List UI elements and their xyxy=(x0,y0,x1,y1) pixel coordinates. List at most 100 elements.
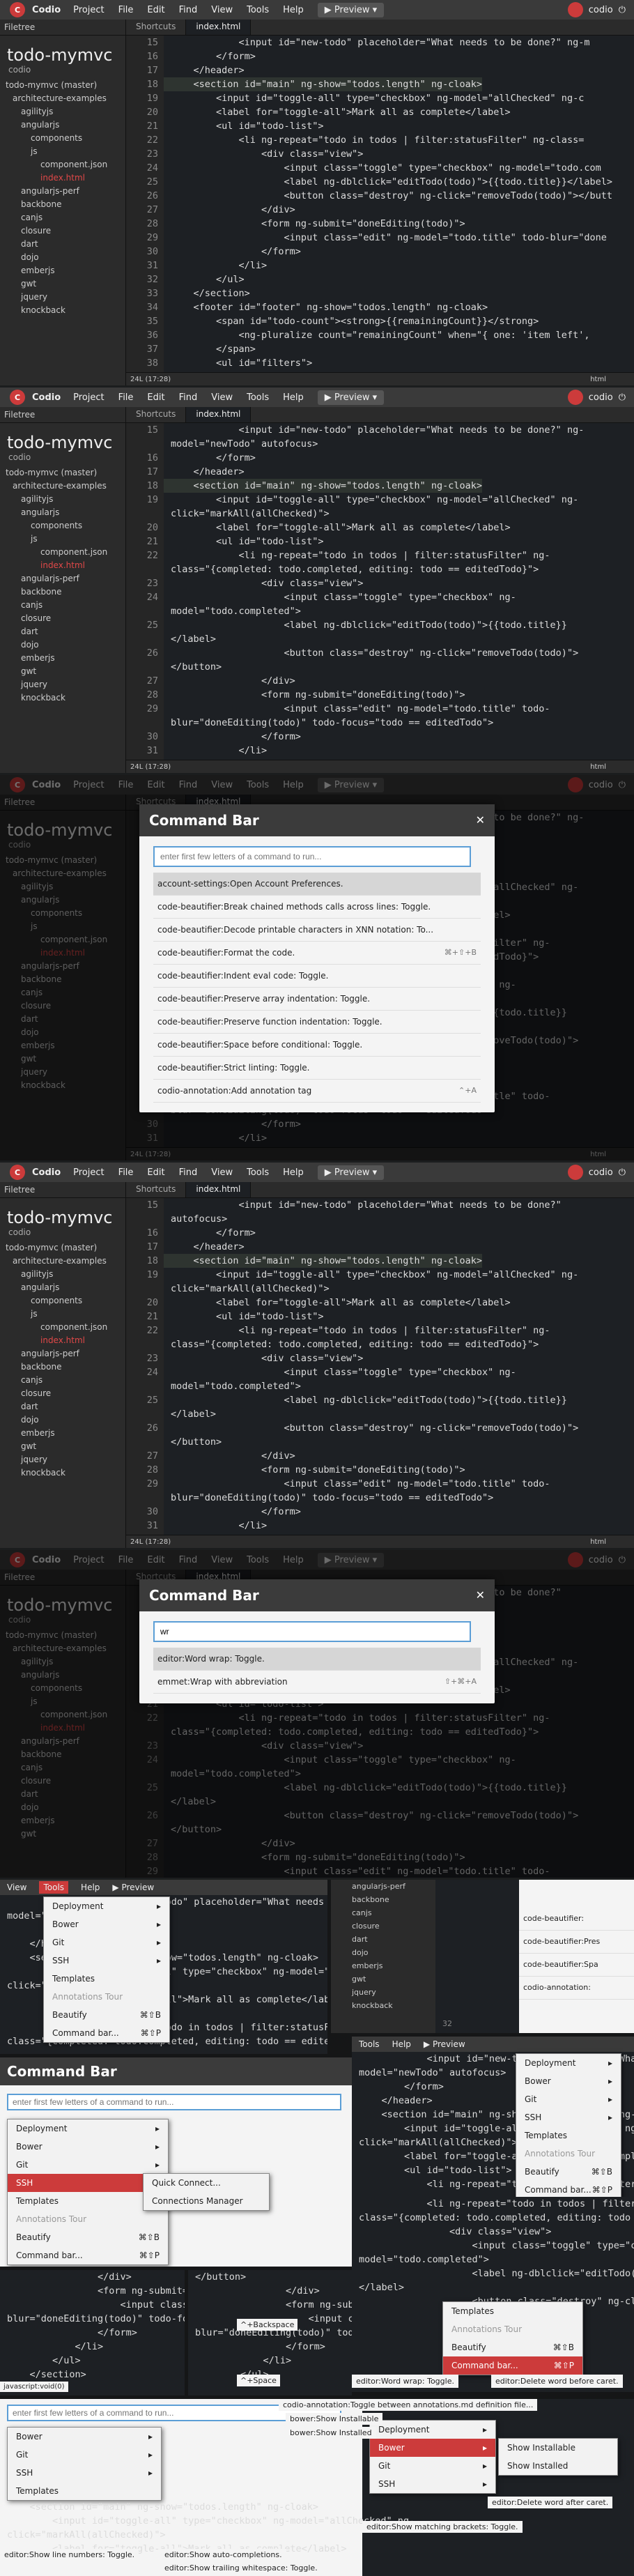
menu-find[interactable]: Find xyxy=(179,392,198,403)
code-line[interactable]: 21 <ul id="todo-list"> xyxy=(126,1310,634,1324)
tree-item[interactable]: backbone xyxy=(0,198,125,211)
code-line[interactable]: 15 <input id="new-todo" placeholder="Wha… xyxy=(126,1198,634,1212)
command-fragment[interactable]: editor:Show line numbers: Toggle. xyxy=(0,2549,139,2561)
code-line[interactable]: 16 </form> xyxy=(126,1226,634,1240)
menu-item[interactable]: Beautify ⌘⇧B xyxy=(443,2338,582,2356)
menu-item[interactable]: Deployment ▸ xyxy=(44,1897,169,1915)
menu-item[interactable]: SSH ▸ xyxy=(44,1952,169,1970)
command-item[interactable]: code-beautifier:Space before conditional… xyxy=(153,1034,481,1057)
menu-item[interactable]: Annotations Tour xyxy=(8,2210,168,2228)
code-line[interactable]: <form ng-submit="doneEditing(todo)"> xyxy=(0,2284,185,2298)
menu-item[interactable]: SSH ▸ xyxy=(370,2475,495,2493)
menu-item[interactable]: Templates xyxy=(44,1970,169,1988)
tree-item[interactable]: knockback xyxy=(331,1999,435,2012)
tree-item[interactable]: emberjs xyxy=(0,652,125,665)
code-line[interactable]: 26 <button class="destroy" ng-click="rem… xyxy=(126,1421,634,1435)
menu-item[interactable]: Bower ▸ xyxy=(516,2072,621,2090)
code-line[interactable]: <input class="edit" ng-model="todo.title… xyxy=(0,2298,185,2312)
tree-item[interactable]: agilityjs xyxy=(0,105,125,118)
menu-item[interactable]: Git ▸ xyxy=(8,2446,161,2464)
command-fragment[interactable]: editor:Delete word before caret. xyxy=(491,2375,623,2388)
tree-item[interactable]: dart xyxy=(0,625,125,638)
code-line[interactable]: 36 <ng-pluralize count="remainingCount" … xyxy=(126,328,634,342)
command-fragment[interactable]: editor:Show auto-completions. xyxy=(160,2549,286,2561)
code-line[interactable]: </button> xyxy=(126,660,634,674)
code-line[interactable]: <label ng-dblclick="editTodo(todo)">{{to… xyxy=(352,2267,634,2280)
code-line[interactable]: 18 <section id="main" ng-show="todos.len… xyxy=(126,1254,634,1268)
code-line[interactable]: <form ng-submit="doneEditing(todo)"> xyxy=(188,2298,352,2312)
command-fragment[interactable]: editor:Show trailing whitespace: Toggle. xyxy=(160,2562,322,2574)
menu-item[interactable]: Beautify ⌘⇧B xyxy=(44,2006,169,2024)
code-line[interactable]: blur="doneEditing(todo)" todo-focus="tod… xyxy=(0,2312,185,2326)
code-line[interactable]: 29 <input class="edit" ng-model="todo.ti… xyxy=(126,1477,634,1491)
code-line[interactable]: </div> xyxy=(188,2284,352,2298)
code-line[interactable]: 31 </li> xyxy=(126,259,634,273)
code-line[interactable]: </ul> xyxy=(0,2354,185,2368)
code-line[interactable]: 26 <button class="destroy" ng-click="rem… xyxy=(126,646,634,660)
tab-shortcuts[interactable]: Shortcuts xyxy=(126,1182,187,1197)
code-line[interactable]: 20 <label for="toggle-all">Mark all as c… xyxy=(126,105,634,119)
code-line[interactable]: model="todo.completed"> xyxy=(126,604,634,618)
command-item[interactable]: code-beautifier:Preserve function indent… xyxy=(153,1011,481,1034)
code-line[interactable]: 31 </li> xyxy=(126,1519,634,1533)
code-line[interactable]: </button> xyxy=(126,1435,634,1449)
menu-file[interactable]: File xyxy=(118,1167,134,1178)
tab-shortcuts[interactable]: Shortcuts xyxy=(126,20,187,35)
tree-item[interactable]: component.json xyxy=(0,546,125,559)
tree-item[interactable]: closure xyxy=(331,1919,435,1933)
code-line[interactable]: 23 <div class="view"> xyxy=(126,147,634,161)
menu-item[interactable]: Deployment ▸ xyxy=(8,2119,168,2138)
syntax-mode[interactable]: html xyxy=(590,763,606,771)
menu-help[interactable]: Help xyxy=(392,2039,411,2049)
tree-item[interactable]: todo-mymvc (master) xyxy=(0,79,125,92)
command-item[interactable]: code-beautifier:Strict linting: Toggle. xyxy=(153,1057,481,1080)
menu-help[interactable]: Help xyxy=(283,1167,304,1178)
tree-item[interactable]: backbone xyxy=(0,1360,125,1374)
code-line[interactable]: </li> xyxy=(188,2354,352,2368)
tab-filetree[interactable]: Filetree xyxy=(0,407,125,423)
code-line[interactable]: 25 <label ng-dblclick="editTodo(todo)">{… xyxy=(126,1393,634,1407)
menu-edit[interactable]: Edit xyxy=(147,392,164,403)
tree-item[interactable]: components xyxy=(0,1294,125,1308)
command-search-input[interactable] xyxy=(7,2094,341,2110)
menu-item[interactable]: Templates xyxy=(516,2126,621,2145)
menu-item[interactable]: Annotations Tour xyxy=(44,1988,169,2006)
ssh-quick-connect[interactable]: Quick Connect... xyxy=(144,2174,269,2192)
code-line[interactable]: 20 <label for="toggle-all">Mark all as c… xyxy=(126,1296,634,1310)
menu-item[interactable]: Templates xyxy=(8,2482,161,2500)
tree-item[interactable]: jquery xyxy=(331,1986,435,1999)
preview-button[interactable]: ▶ Preview ▾ xyxy=(317,2,385,17)
menu-item[interactable]: Annotations Tour xyxy=(516,2145,621,2163)
tree-item[interactable]: backbone xyxy=(331,1893,435,1906)
power-icon[interactable]: ⏻ xyxy=(619,1167,626,1178)
code-line[interactable]: 23 <div class="view"> xyxy=(126,576,634,590)
command-item[interactable]: code-beautifier:Format the code. ⌘+⇧+B xyxy=(153,942,481,965)
menu-item[interactable]: Git ▸ xyxy=(44,1933,169,1952)
user-menu[interactable]: codio ⏻ xyxy=(567,2,626,17)
preview-button[interactable]: ▶ Preview ▾ xyxy=(317,1165,385,1180)
menu-item[interactable]: Command bar... ⌘⇧P xyxy=(8,2246,168,2264)
user-menu[interactable]: codio ⏻ xyxy=(567,1165,626,1180)
tree-item[interactable]: dojo xyxy=(0,251,125,264)
code-line[interactable]: 31 </li> xyxy=(126,744,634,758)
preview-button[interactable]: ▶ Preview xyxy=(112,1883,154,1892)
code-line[interactable]: class="{completed: todo.completed, editi… xyxy=(126,1337,634,1351)
syntax-mode[interactable]: html xyxy=(590,376,606,383)
tree-item-selected[interactable]: index.html xyxy=(0,171,125,185)
menu-file[interactable]: File xyxy=(118,5,134,15)
menu-edit[interactable]: Edit xyxy=(147,1167,164,1178)
command-item[interactable]: code-beautifier:Break chained methods ca… xyxy=(153,896,481,919)
command-item[interactable]: account-settings:Open Account Preference… xyxy=(153,873,481,896)
tree-item[interactable]: closure xyxy=(0,1387,125,1400)
menu-item[interactable]: Deployment ▸ xyxy=(370,2421,495,2439)
code-line[interactable]: 17 </header> xyxy=(126,63,634,77)
tree-item[interactable]: dojo xyxy=(0,638,125,652)
tree-item-selected[interactable]: index.html xyxy=(0,559,125,572)
code-line[interactable]: click="markAll(allChecked)"> xyxy=(126,1282,634,1296)
menu-item[interactable]: Bower ▸ xyxy=(8,2138,168,2156)
tree-item[interactable]: dart xyxy=(331,1933,435,1946)
code-line[interactable]: 29 <input class="edit" ng-model="todo.ti… xyxy=(126,231,634,245)
tree-item[interactable]: angularjs-perf xyxy=(0,572,125,585)
code-area[interactable]: <li ng-repeat="todo in todos | filter:st… xyxy=(352,2197,634,2308)
code-line[interactable]: 27 </div> xyxy=(126,1449,634,1463)
